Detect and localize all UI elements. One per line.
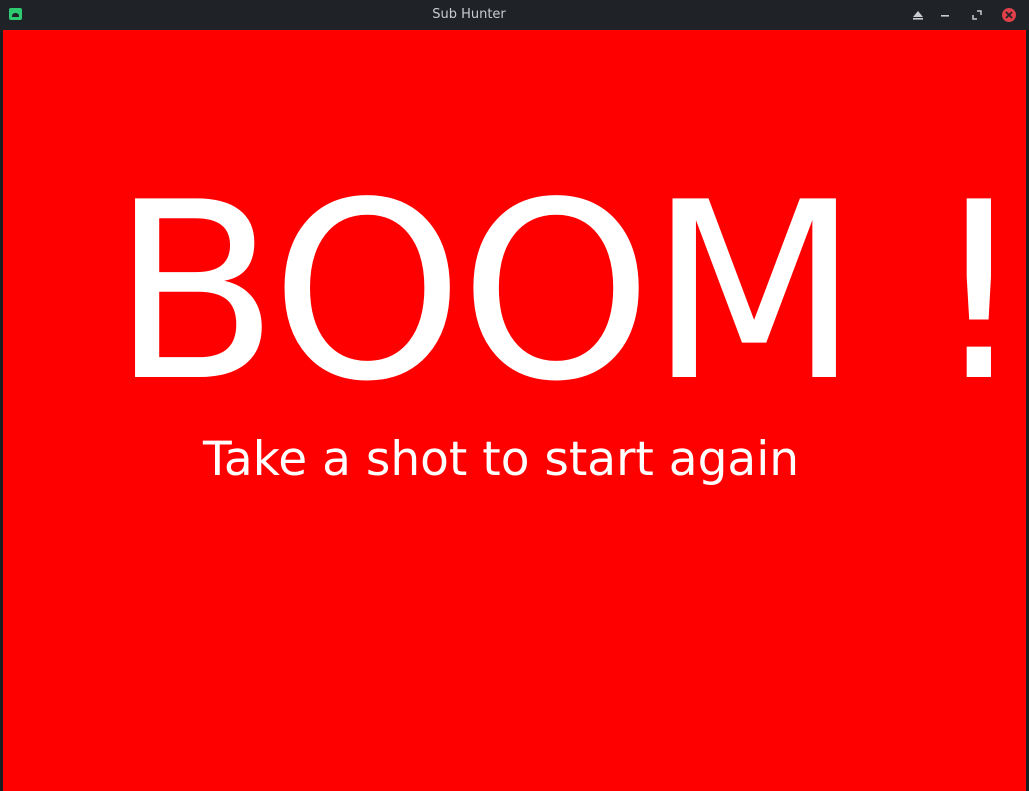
game-canvas[interactable]: BOOM ! Take a shot to start again: [3, 30, 1026, 791]
close-button[interactable]: [1001, 7, 1017, 23]
maximize-icon: [971, 9, 983, 21]
minimize-button[interactable]: [937, 7, 953, 23]
minimize-icon: [939, 9, 951, 21]
window-title: Sub Hunter: [432, 7, 506, 22]
keep-above-button[interactable]: [910, 7, 926, 23]
title-bar[interactable]: Sub Hunter: [0, 0, 1029, 30]
boom-headline: BOOM !: [111, 150, 1026, 435]
close-icon: [1001, 7, 1017, 23]
app-window: Sub Hunter BOOM ! Take a shot to start a…: [0, 0, 1029, 791]
maximize-button[interactable]: [969, 7, 985, 23]
restart-instruction: Take a shot to start again: [203, 432, 800, 487]
keep-above-icon: [912, 9, 924, 21]
